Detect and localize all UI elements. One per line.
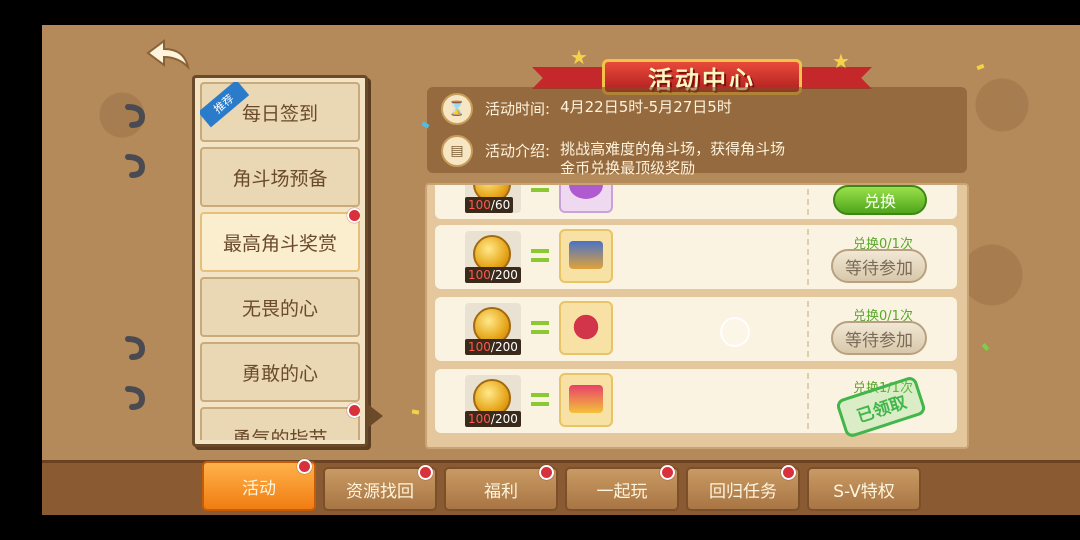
back-arrow-icon[interactable] xyxy=(144,37,194,73)
tab-label: 福利 xyxy=(484,481,518,502)
coin-count: 100/200 xyxy=(465,339,521,355)
menu-pointer xyxy=(365,402,383,430)
menu-item-label: 最高角斗奖赏 xyxy=(222,232,337,255)
tab-sv-privileges[interactable]: S-V特权 xyxy=(807,467,921,511)
reward-item xyxy=(559,373,613,427)
equals-icon xyxy=(531,321,549,334)
creature-icon xyxy=(569,185,603,199)
equals-icon xyxy=(531,249,549,262)
menu-item-courage[interactable]: 勇气的指节 xyxy=(200,403,360,441)
row-divider xyxy=(807,185,809,215)
reward-item xyxy=(559,229,613,283)
reward-row: 100/200 兑换0/1次 等待参加 xyxy=(435,297,957,361)
tab-return-missions[interactable]: 回归任务 xyxy=(686,465,800,511)
reward-row: 100/60 兑换 xyxy=(435,185,957,219)
menu-item-arena-prep[interactable]: 角斗场预备 xyxy=(200,147,360,207)
menu-item-top-arena-reward[interactable]: 最高角斗奖赏 xyxy=(200,208,360,272)
tab-label: S-V特权 xyxy=(833,481,895,502)
reward-row: 100/200 兑换1/1次 已领取 xyxy=(435,369,957,439)
confetti xyxy=(981,343,990,351)
menu-item-label: 勇气的指节 xyxy=(232,427,328,441)
star-icon: ★ xyxy=(570,45,588,69)
treasure-chest-icon xyxy=(569,241,603,269)
menu-item-label: 勇敢的心 xyxy=(241,362,318,385)
menu-item-label: 无畏的心 xyxy=(241,297,318,320)
coin-cost: 100/200 xyxy=(465,303,521,355)
hook-icon xyxy=(124,385,146,411)
hourglass-icon: ⌛ xyxy=(441,93,473,125)
menu-item-daily-signin[interactable]: 推荐 每日签到 xyxy=(200,82,360,142)
coin-cost: 100/200 xyxy=(465,231,521,283)
document-icon: ▤ xyxy=(441,135,473,167)
coin-count: 100/200 xyxy=(465,267,521,283)
notification-dot xyxy=(539,465,554,480)
menu-item-label: 每日签到 xyxy=(241,102,318,125)
tab-label: 回归任务 xyxy=(709,481,777,502)
row-divider xyxy=(807,373,809,429)
star-icon: ★ xyxy=(832,49,850,73)
activity-menu: 推荐 每日签到 角斗场预备 最高角斗奖赏 无畏的心 勇敢的心 勇气的指节 xyxy=(192,75,383,447)
red-creature-icon xyxy=(569,313,603,341)
confetti xyxy=(976,63,985,71)
menu-item-label: 角斗场预备 xyxy=(232,167,328,190)
desc-label: 活动介绍: xyxy=(485,142,551,160)
hook-icon xyxy=(124,335,146,361)
hook-icon xyxy=(124,103,146,129)
menu-item-fearless-heart[interactable]: 无畏的心 xyxy=(200,277,360,337)
gift-chest-icon xyxy=(569,385,603,413)
tab-activity[interactable]: 活动 xyxy=(202,459,316,511)
notification-dot xyxy=(297,459,312,474)
desc-value: 挑战高难度的角斗场，获得角斗场金币兑换最顶级奖励 xyxy=(560,140,786,177)
coin-count: 100/60 xyxy=(465,197,514,213)
notification-dot xyxy=(781,465,796,480)
coin-cost: 100/200 xyxy=(465,375,521,427)
wait-join-button[interactable]: 等待参加 xyxy=(831,321,927,355)
hook-icon xyxy=(124,153,146,179)
activity-desc-row: ▤ 活动介绍: 挑战高难度的角斗场，获得角斗场金币兑换最顶级奖励 xyxy=(441,135,790,178)
notification-dot xyxy=(347,403,360,418)
reward-row: 100/200 兑换0/1次 等待参加 xyxy=(435,225,957,289)
reward-item xyxy=(559,185,613,213)
exchange-button[interactable]: 兑换 xyxy=(833,185,927,215)
equals-icon xyxy=(531,393,549,406)
coin-cost: 100/60 xyxy=(465,185,521,213)
tab-play-together[interactable]: 一起玩 xyxy=(565,465,679,511)
menu-item-brave-heart[interactable]: 勇敢的心 xyxy=(200,342,360,402)
reward-item xyxy=(559,301,613,355)
activity-info-panel: ⌛ 活动时间: 4月22日5时-5月27日5时 ▤ 活动介绍: 挑战高难度的角斗… xyxy=(427,87,967,177)
tab-resource-recovery[interactable]: 资源找回 xyxy=(323,465,437,511)
row-divider xyxy=(807,301,809,357)
wait-join-button[interactable]: 等待参加 xyxy=(831,249,927,283)
equals-icon xyxy=(531,185,549,192)
notification-dot xyxy=(418,465,433,480)
bottom-tab-bar: 活动 资源找回 福利 一起玩 回归任务 S-V特权 xyxy=(42,459,1080,515)
touch-indicator xyxy=(720,317,750,347)
time-label: 活动时间: xyxy=(485,100,551,118)
reward-list[interactable]: 100/60 兑换 100/200 兑换0/1次 等待参加 100/200 兑换… xyxy=(425,183,969,449)
time-value: 4月22日5时-5月27日5时 xyxy=(560,98,732,116)
tab-welfare[interactable]: 福利 xyxy=(444,465,558,511)
game-screen: 推荐 每日签到 角斗场预备 最高角斗奖赏 无畏的心 勇敢的心 勇气的指节 活动中… xyxy=(42,25,1080,515)
tab-label: 一起玩 xyxy=(596,481,648,502)
confetti xyxy=(411,409,420,415)
row-divider xyxy=(807,229,809,285)
activity-time-row: ⌛ 活动时间: 4月22日5时-5月27日5时 xyxy=(441,93,860,125)
notification-dot xyxy=(347,208,360,223)
tab-label: 活动 xyxy=(242,478,276,499)
coin-count: 100/200 xyxy=(465,411,521,427)
tab-label: 资源找回 xyxy=(346,481,414,502)
notification-dot xyxy=(660,465,675,480)
